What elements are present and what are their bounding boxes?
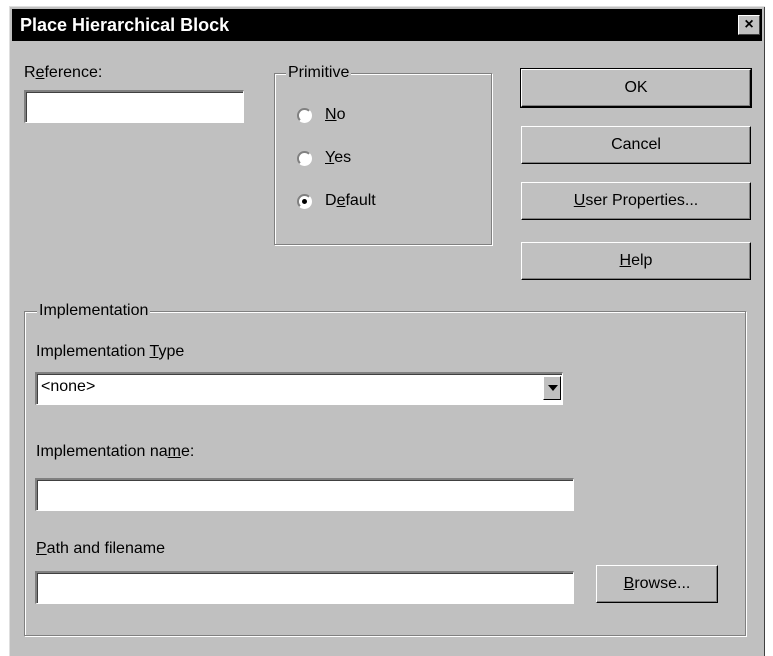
radio-default-rest: fault xyxy=(345,192,376,209)
radio-no-accel: N xyxy=(325,106,337,123)
browse-button[interactable]: Browse... xyxy=(596,565,718,603)
dropdown-button[interactable] xyxy=(543,376,561,400)
implementation-type-selected-value: <none> xyxy=(41,378,96,395)
implementation-group-title: Implementation xyxy=(37,302,151,320)
title-bar[interactable]: Place Hierarchical Block × xyxy=(12,9,762,41)
implementation-name-label: Implementation name: xyxy=(36,443,194,461)
path-and-filename-input[interactable] xyxy=(35,571,574,604)
help-accel: H xyxy=(619,252,632,269)
radio-default-pre: D xyxy=(325,192,337,209)
user-properties-rest: ser Properties... xyxy=(585,192,699,209)
ok-button[interactable]: OK xyxy=(520,68,752,108)
reference-input[interactable] xyxy=(24,90,244,123)
radio-primitive-yes[interactable] xyxy=(297,151,312,166)
implementation-type-select[interactable]: <none> xyxy=(35,372,563,405)
radio-yes-accel: Y xyxy=(325,149,335,166)
dialog-title: Place Hierarchical Block xyxy=(20,15,230,35)
reference-label-pre: R xyxy=(24,64,36,81)
radio-primitive-no[interactable] xyxy=(297,108,312,123)
user-properties-button[interactable]: User Properties... xyxy=(521,182,751,220)
radio-selected-dot-icon xyxy=(302,199,307,204)
place-hierarchical-block-dialog: Place Hierarchical Block × Reference: Pr… xyxy=(9,6,765,656)
impl-type-post: ype xyxy=(158,343,185,360)
help-button[interactable]: Help xyxy=(521,242,751,280)
close-icon: × xyxy=(744,16,754,33)
help-rest: elp xyxy=(631,252,653,269)
radio-primitive-default[interactable] xyxy=(297,194,312,209)
impl-name-pre: Implementation na xyxy=(36,443,168,460)
chevron-down-icon xyxy=(548,385,558,391)
reference-label-post: ference: xyxy=(44,64,103,81)
impl-name-post: e: xyxy=(180,443,195,460)
path-rest: ath and filename xyxy=(46,540,165,557)
browse-rest: rowse... xyxy=(634,575,691,592)
radio-no-rest: o xyxy=(336,106,346,123)
browse-accel: B xyxy=(623,575,635,592)
implementation-type-label: Implementation Type xyxy=(36,343,184,361)
reference-label: Reference: xyxy=(24,64,102,82)
user-properties-accel: U xyxy=(573,192,586,209)
close-button[interactable]: × xyxy=(738,15,760,35)
primitive-group-title: Primitive xyxy=(286,64,352,82)
path-accel: P xyxy=(36,540,47,557)
cancel-button[interactable]: Cancel xyxy=(521,126,751,164)
implementation-name-input[interactable] xyxy=(35,478,574,511)
impl-type-pre: Implementation xyxy=(36,343,150,360)
radio-yes-rest: es xyxy=(334,149,352,166)
path-and-filename-label: Path and filename xyxy=(36,540,165,558)
radio-primitive-no-label[interactable]: No xyxy=(325,106,345,124)
radio-primitive-default-label[interactable]: Default xyxy=(325,192,376,210)
impl-name-accel: m xyxy=(167,443,181,460)
radio-primitive-yes-label[interactable]: Yes xyxy=(325,149,351,167)
